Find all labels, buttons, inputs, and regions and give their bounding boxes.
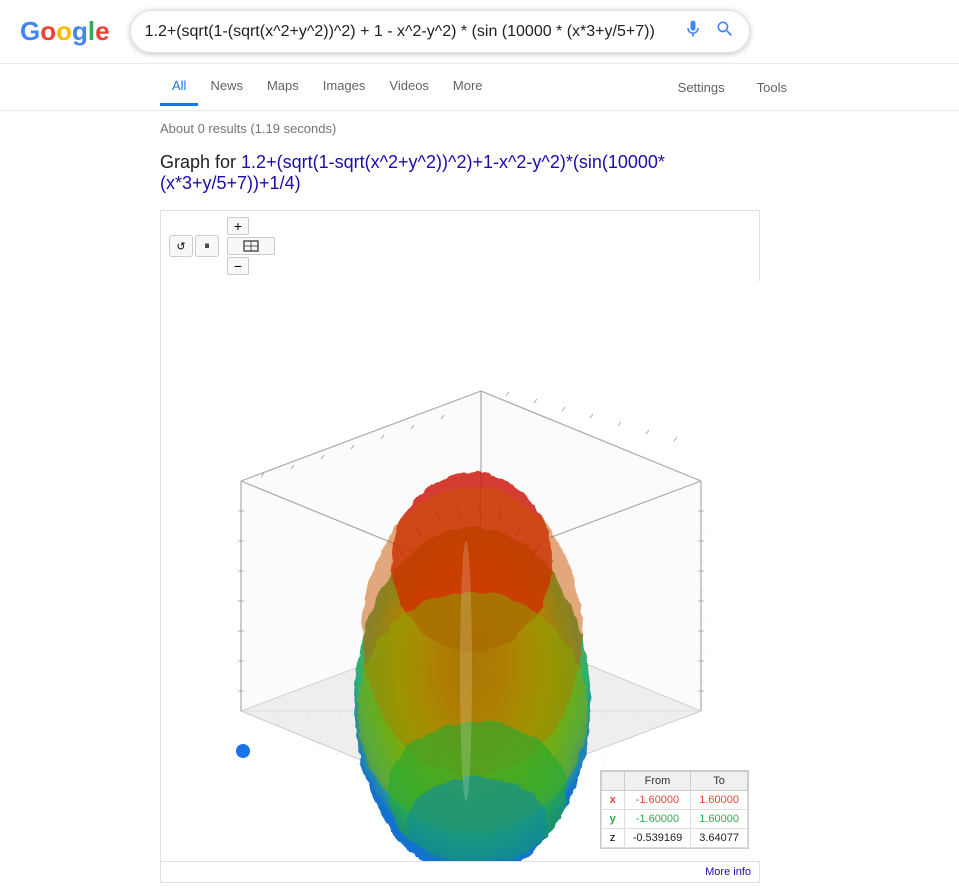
range-x-from: -1.60000 (624, 791, 691, 810)
graph-toolbar: ↺ ⏸ + − (161, 211, 759, 281)
logo-letter-g2: g (72, 16, 88, 46)
range-x-label: x (601, 791, 624, 810)
microphone-icon[interactable] (683, 19, 703, 44)
rotate-button[interactable]: ↺ (169, 235, 193, 257)
graph-canvas[interactable]: From To x -1.60000 1.60000 y -1.60000 1.… (161, 281, 761, 861)
range-header-to: To (691, 772, 748, 791)
search-icons (683, 19, 735, 44)
more-info-link[interactable]: More info (161, 861, 759, 882)
logo-letter-o2: o (56, 16, 72, 46)
range-x-to: 1.60000 (691, 791, 748, 810)
logo-letter-o1: o (40, 16, 56, 46)
tab-all[interactable]: All (160, 68, 198, 106)
nav-right: Settings Tools (666, 70, 799, 105)
pause-button[interactable]: ⏸ (195, 235, 219, 257)
range-y-from: -1.60000 (624, 810, 691, 829)
nav-tabs: All News Maps Images Videos More Setting… (0, 64, 959, 111)
header: Google (0, 0, 959, 64)
logo-letter-g: G (20, 16, 40, 46)
graph-container: ↺ ⏸ + − (160, 210, 760, 883)
range-y-label: y (601, 810, 624, 829)
search-input[interactable] (145, 23, 683, 41)
tab-videos[interactable]: Videos (377, 68, 441, 106)
tab-news[interactable]: News (198, 68, 255, 106)
tab-images[interactable]: Images (311, 68, 378, 106)
google-logo[interactable]: Google (20, 16, 110, 47)
search-bar (130, 10, 750, 53)
result-stats: About 0 results (1.19 seconds) (160, 121, 799, 136)
range-header-label (601, 772, 624, 791)
tab-more[interactable]: More (441, 68, 495, 106)
search-bar-container (130, 10, 750, 53)
range-z-label: z (601, 829, 624, 848)
search-icon[interactable] (715, 19, 735, 44)
graph-title: Graph for 1.2+(sqrt(1-sqrt(x^2+y^2))^2)+… (160, 152, 799, 194)
zoom-in-button[interactable]: + (227, 217, 249, 235)
graph-zoom-controls: + − (227, 217, 275, 275)
settings-link[interactable]: Settings (666, 70, 737, 105)
range-z-to: 3.64077 (691, 829, 748, 848)
graph-animate-controls: ↺ ⏸ (169, 235, 219, 257)
content: About 0 results (1.19 seconds) Graph for… (0, 111, 959, 893)
logo-letter-e: e (95, 16, 109, 46)
tab-maps[interactable]: Maps (255, 68, 311, 106)
range-table: From To x -1.60000 1.60000 y -1.60000 1.… (600, 770, 749, 849)
zoom-out-button[interactable]: − (227, 257, 249, 275)
range-y-to: 1.60000 (691, 810, 748, 829)
fit-button[interactable] (227, 237, 275, 255)
graph-title-prefix: Graph for (160, 152, 241, 172)
range-z-from: -0.539169 (624, 829, 691, 848)
range-header-from: From (624, 772, 691, 791)
tools-link[interactable]: Tools (745, 70, 799, 105)
